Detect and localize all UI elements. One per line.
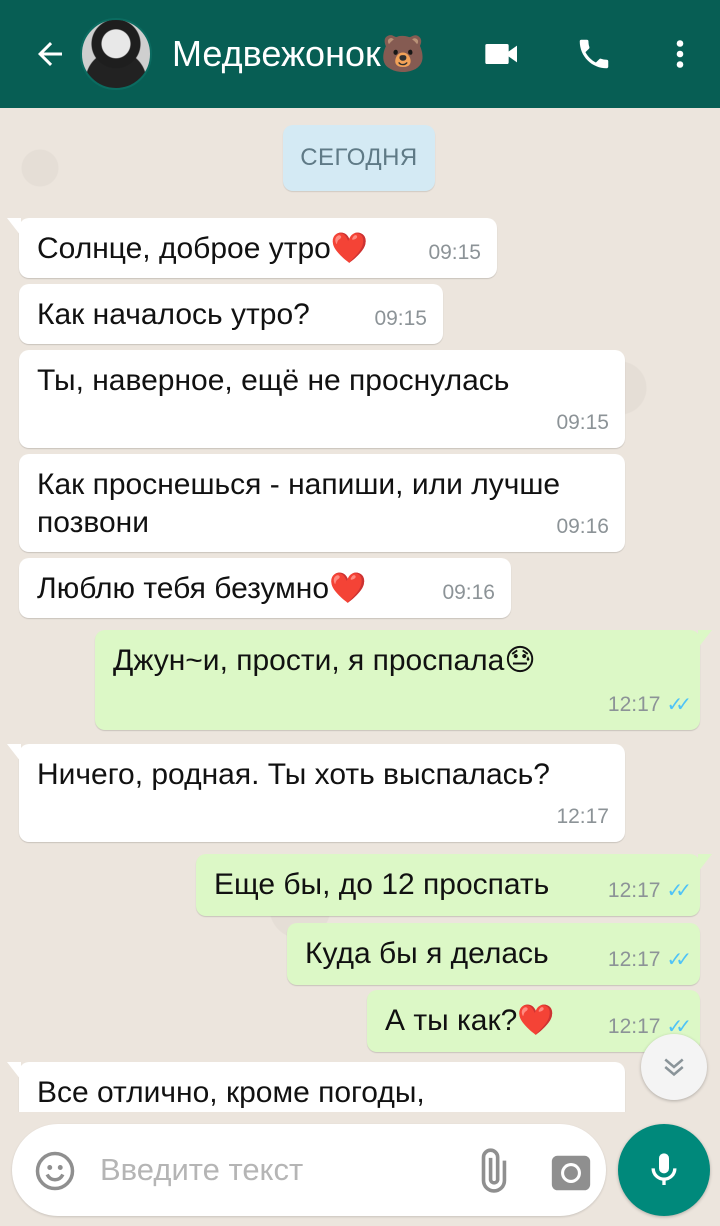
message-time: 09:16 bbox=[442, 581, 495, 604]
smiley-icon bbox=[35, 1151, 75, 1191]
message-text: Еще бы, до 12 проспать bbox=[214, 868, 550, 901]
message-meta: 12:17 ✓✓ bbox=[607, 872, 692, 910]
message-meta: 12:17 ✓✓ bbox=[607, 941, 692, 979]
message-text: А ты как? bbox=[385, 1004, 518, 1037]
paperclip-icon bbox=[481, 1148, 507, 1193]
attach-button[interactable] bbox=[468, 1148, 516, 1196]
message-bubble[interactable]: Как началось утро? 09:15 bbox=[19, 284, 443, 344]
video-call-button[interactable] bbox=[456, 0, 548, 108]
message-text: Люблю тебя безумно bbox=[37, 572, 330, 605]
voice-call-button[interactable] bbox=[548, 0, 640, 108]
message-bubble[interactable]: Солнце, доброе утро❤️ 09:15 bbox=[7, 218, 497, 278]
phone-icon bbox=[579, 39, 609, 69]
message-meta: 12:17 ✓✓ bbox=[607, 686, 692, 724]
date-divider: СЕГОДНЯ bbox=[283, 125, 435, 191]
double-check-icon: ✓✓ bbox=[666, 949, 691, 971]
message-composer bbox=[12, 1124, 606, 1216]
message-bubble[interactable]: Все отлично, кроме погоды, bbox=[7, 1062, 625, 1112]
message-bubble[interactable]: Куда бы я делась 12:17 ✓✓ bbox=[287, 923, 700, 985]
heart-emoji: ❤️ bbox=[330, 231, 369, 266]
message-bubble[interactable]: Как проснешься - напиши, или лучше позво… bbox=[19, 454, 625, 552]
video-camera-icon bbox=[485, 44, 517, 64]
back-button[interactable] bbox=[20, 0, 80, 108]
message-time: 12:17 bbox=[607, 948, 661, 971]
sweat-face-emoji: 😓 bbox=[504, 643, 536, 678]
scroll-to-bottom-button[interactable] bbox=[641, 1034, 707, 1100]
message-bubble[interactable]: Джун~и, прости, я проспала😓 12:17 ✓✓ bbox=[95, 630, 712, 730]
message-text: Солнце, доброе утро bbox=[37, 232, 331, 265]
message-bubble[interactable]: Еще бы, до 12 проспать 12:17 ✓✓ bbox=[196, 854, 712, 916]
message-list[interactable]: СЕГОДНЯ Солнце, доброе утро❤️ 09:15 Как … bbox=[0, 108, 720, 1112]
message-text: Все отлично, кроме погоды, bbox=[37, 1076, 425, 1109]
camera-button[interactable] bbox=[548, 1150, 594, 1196]
emoji-button[interactable] bbox=[34, 1150, 76, 1192]
message-text: Как началось утро? bbox=[37, 298, 310, 331]
message-bubble[interactable]: Ты, наверное, ещё не проснулась 09:15 bbox=[19, 350, 625, 448]
message-text: Куда бы я делась bbox=[305, 937, 549, 970]
double-check-icon: ✓✓ bbox=[666, 880, 691, 902]
menu-button[interactable] bbox=[640, 0, 720, 108]
message-time: 09:16 bbox=[556, 515, 609, 538]
microphone-icon bbox=[651, 1153, 677, 1185]
voice-record-button[interactable] bbox=[618, 1124, 710, 1216]
contact-avatar[interactable] bbox=[80, 18, 152, 90]
message-time: 12:17 bbox=[607, 693, 661, 716]
contact-name[interactable]: Медвежонок🐻 bbox=[172, 33, 456, 75]
message-time: 09:15 bbox=[428, 241, 481, 264]
message-time: 12:17 bbox=[556, 805, 609, 828]
message-time: 09:15 bbox=[556, 411, 609, 434]
message-bubble[interactable]: Люблю тебя безумно❤️ 09:16 bbox=[19, 558, 511, 618]
message-text: Джун~и, прости, я проспала bbox=[113, 644, 505, 677]
chevron-double-down-icon bbox=[664, 1058, 684, 1077]
heart-emoji: ❤️ bbox=[517, 1003, 555, 1038]
message-input[interactable] bbox=[100, 1144, 440, 1196]
message-text: Ничего, родная. Ты хоть выспалась? bbox=[37, 758, 550, 791]
message-text: Как проснешься - напиши, или лучше позво… bbox=[37, 468, 561, 539]
chat-header: Медвежонок🐻 bbox=[0, 0, 720, 108]
double-check-icon: ✓✓ bbox=[666, 694, 691, 716]
message-time: 09:15 bbox=[374, 307, 427, 330]
message-time: 12:17 bbox=[607, 879, 661, 902]
message-text: Ты, наверное, ещё не проснулась bbox=[37, 364, 510, 397]
arrow-left-icon bbox=[38, 42, 62, 66]
message-bubble[interactable]: Ничего, родная. Ты хоть выспалась? 12:17 bbox=[7, 744, 625, 842]
more-vertical-icon bbox=[676, 40, 684, 68]
camera-icon bbox=[551, 1155, 591, 1191]
heart-emoji: ❤️ bbox=[329, 571, 367, 606]
